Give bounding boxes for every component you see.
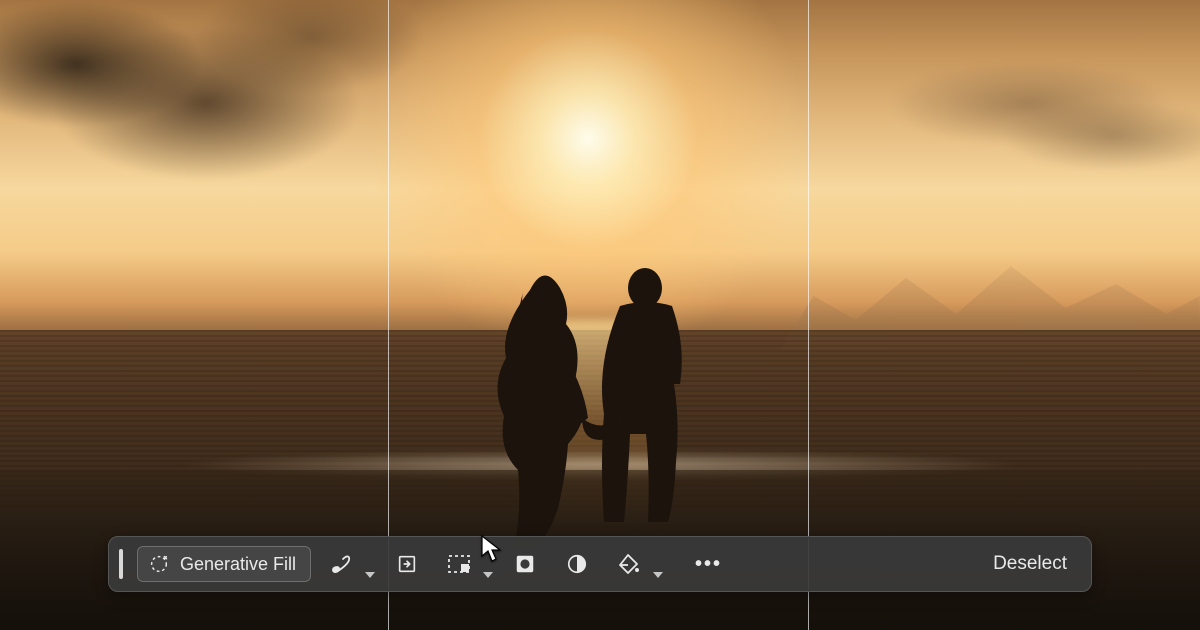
more-options-button[interactable]: •••: [687, 553, 730, 576]
generative-fill-icon: [148, 553, 170, 575]
selection-modify-dropdown[interactable]: [481, 544, 495, 584]
paint-bucket-icon: [617, 552, 641, 576]
taskbar-grip-handle[interactable]: [119, 549, 123, 579]
more-options-label: •••: [695, 553, 722, 575]
sky-clouds-right: [820, 40, 1200, 200]
editor-canvas[interactable]: Generative Fill: [0, 0, 1200, 630]
half-circle-icon: [566, 553, 588, 575]
fill-tool-dropdown[interactable]: [651, 544, 665, 584]
generative-fill-label: Generative Fill: [180, 554, 296, 575]
mask-tool-button[interactable]: [503, 544, 547, 584]
deselect-label: Deselect: [993, 553, 1067, 574]
transform-tool-button[interactable]: [385, 544, 429, 584]
brush-tool-button[interactable]: [319, 544, 363, 584]
contextual-taskbar: Generative Fill: [108, 536, 1092, 592]
generative-fill-button[interactable]: Generative Fill: [137, 546, 311, 582]
mask-icon: [514, 553, 536, 575]
subject-couple-silhouette: [470, 250, 730, 550]
brush-icon: [329, 552, 353, 576]
sky-clouds-left: [0, 0, 440, 220]
adjustment-tool-button[interactable]: [555, 544, 599, 584]
brush-tool-dropdown[interactable]: [363, 544, 377, 584]
selection-modify-button[interactable]: [437, 544, 481, 584]
selection-dashed-icon: [447, 553, 471, 575]
deselect-button[interactable]: Deselect: [983, 547, 1077, 581]
transform-icon: [396, 553, 418, 575]
fill-tool-button[interactable]: [607, 544, 651, 584]
